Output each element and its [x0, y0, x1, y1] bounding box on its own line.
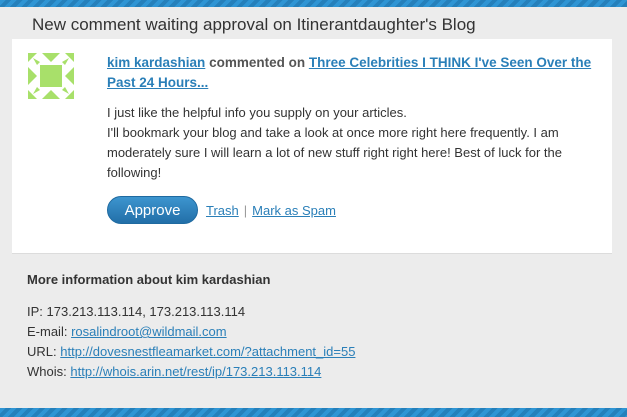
action-separator: | — [243, 202, 248, 218]
comment-actions: Approve Trash | Mark as Spam — [107, 196, 336, 224]
mark-as-spam-link[interactable]: Mark as Spam — [252, 203, 336, 218]
more-info-title: More information about kim kardashian — [27, 272, 271, 287]
approve-button[interactable]: Approve — [107, 196, 198, 224]
url-link[interactable]: http://dovesnestfleamarket.com/?attachme… — [60, 344, 355, 359]
comment-paragraph: I just like the helpful info you supply … — [107, 105, 407, 120]
avatar-identicon-icon — [28, 53, 74, 99]
bottom-stripe — [0, 408, 627, 417]
comment-verb: commented on — [209, 55, 306, 70]
email-label: E-mail: — [27, 324, 68, 339]
info-row-email: E-mail: rosalindroot@wildmail.com — [27, 322, 607, 342]
comment-body: I just like the helpful info you supply … — [107, 103, 602, 183]
email-link[interactable]: rosalindroot@wildmail.com — [71, 324, 227, 339]
info-row-whois: Whois: http://whois.arin.net/rest/ip/173… — [27, 362, 607, 382]
info-row-url: URL: http://dovesnestfleamarket.com/?att… — [27, 342, 607, 362]
notification-header: New comment waiting approval on Itineran… — [12, 7, 612, 40]
comment-author-link[interactable]: kim kardashian — [107, 55, 205, 70]
header-title: New comment waiting approval on Itineran… — [32, 15, 476, 34]
ip-label: IP: — [27, 304, 43, 319]
url-label: URL: — [27, 344, 57, 359]
ip-value: 173.213.113.114, 173.213.113.114 — [46, 304, 246, 319]
whois-link[interactable]: http://whois.arin.net/rest/ip/173.213.11… — [70, 364, 321, 379]
trash-link[interactable]: Trash — [206, 203, 239, 218]
info-row-ip: IP: 173.213.113.114, 173.213.113.114 — [27, 302, 607, 322]
more-info-list: IP: 173.213.113.114, 173.213.113.114 E-m… — [27, 302, 607, 382]
comment-paragraph: I'll bookmark your blog and take a look … — [107, 125, 562, 180]
whois-label: Whois: — [27, 364, 67, 379]
top-stripe — [0, 0, 627, 7]
comment-header-line: kim kardashian commented on Three Celebr… — [107, 53, 602, 93]
